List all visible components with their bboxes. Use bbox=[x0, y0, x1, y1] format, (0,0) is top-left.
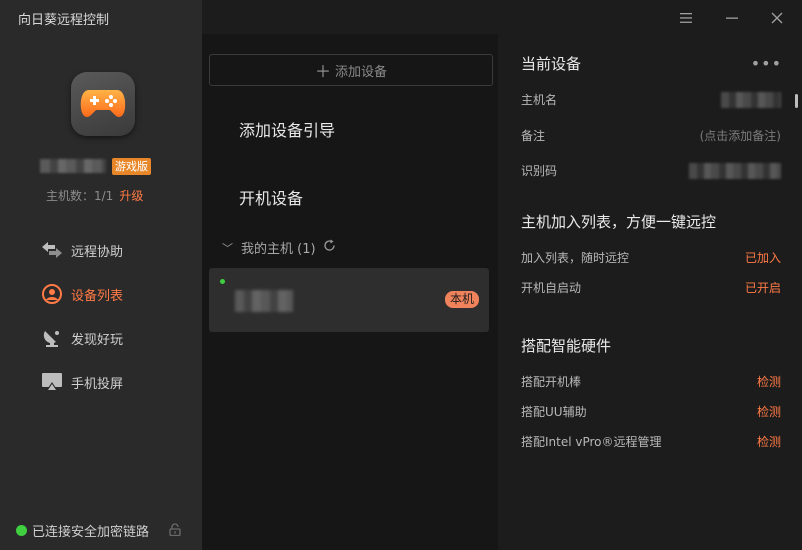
sidebar-item-label: 设备列表 bbox=[71, 288, 124, 304]
sidebar-item-label: 发现好玩 bbox=[71, 332, 124, 348]
id-code-row: 识别码 bbox=[521, 162, 781, 179]
sidebar: 向日葵远程控制 游戏版 主机数：1/1 升级 远程协助 设备列表 发现好玩 手机… bbox=[0, 0, 202, 550]
more-options-button[interactable]: ••• bbox=[751, 54, 782, 73]
add-device-guide-link[interactable]: 添加设备引导 bbox=[239, 117, 335, 141]
lock-icon[interactable] bbox=[169, 523, 181, 540]
online-dot-icon bbox=[220, 279, 225, 284]
id-code-redacted bbox=[689, 162, 781, 179]
sidebar-item-label: 手机投屏 bbox=[71, 376, 124, 392]
scroll-indicator bbox=[795, 94, 798, 108]
detect-button[interactable]: 检测 bbox=[757, 433, 781, 450]
id-code-label: 识别码 bbox=[521, 164, 558, 178]
minimize-icon bbox=[726, 17, 738, 19]
chevron-down-icon: ﹀ bbox=[222, 241, 233, 255]
minimize-button[interactable] bbox=[722, 8, 742, 28]
host-count-text: 主机数：1/1 bbox=[46, 189, 114, 203]
join-list-status[interactable]: 已加入 bbox=[745, 249, 781, 266]
device-name-redacted bbox=[235, 290, 293, 312]
connection-status: 已连接安全加密链路 bbox=[16, 521, 149, 540]
app-title: 向日葵远程控制 bbox=[18, 13, 110, 28]
device-card[interactable]: 本机 bbox=[209, 268, 489, 332]
status-dot-icon bbox=[16, 525, 27, 536]
host-name-redacted bbox=[721, 91, 781, 108]
add-device-label: 添加设备 bbox=[335, 64, 388, 80]
refresh-icon[interactable] bbox=[323, 239, 336, 256]
hardware-row: 搭配开机棒 检测 bbox=[521, 373, 781, 390]
sidebar-nav: 远程协助 设备列表 发现好玩 手机投屏 bbox=[40, 236, 123, 412]
menu-button[interactable] bbox=[676, 8, 696, 28]
close-button[interactable] bbox=[767, 8, 787, 28]
group-my-hosts[interactable]: ﹀ 我的主机 (1) bbox=[222, 238, 336, 257]
join-list-label: 加入列表，随时远控 bbox=[521, 251, 630, 265]
host-name-label: 主机名 bbox=[521, 93, 558, 107]
detect-button[interactable]: 检测 bbox=[757, 403, 781, 420]
remote-assist-icon bbox=[40, 238, 64, 262]
connection-status-text: 已连接安全加密链路 bbox=[32, 525, 150, 540]
local-device-badge: 本机 bbox=[444, 291, 479, 308]
join-list-title: 主机加入列表，方便一键远控 bbox=[521, 213, 717, 231]
sidebar-item-discover[interactable]: 发现好玩 bbox=[40, 324, 123, 352]
current-device-title: 当前设备 bbox=[521, 55, 582, 73]
hardware-row: 搭配UU辅助 检测 bbox=[521, 403, 781, 420]
host-count: 主机数：1/1 升级 bbox=[46, 187, 143, 204]
remark-row[interactable]: 备注 (点击添加备注) bbox=[521, 127, 781, 144]
smart-hardware-title: 搭配智能硬件 bbox=[521, 337, 612, 355]
autostart-status[interactable]: 已开启 bbox=[745, 279, 781, 296]
device-list-icon bbox=[40, 282, 64, 306]
sidebar-item-label: 远程协助 bbox=[71, 244, 124, 260]
sidebar-item-remote-assist[interactable]: 远程协助 bbox=[40, 236, 123, 264]
discover-icon bbox=[40, 326, 64, 350]
sidebar-item-screen-cast[interactable]: 手机投屏 bbox=[40, 368, 123, 396]
screen-cast-icon bbox=[40, 370, 64, 394]
username-redacted bbox=[40, 159, 106, 173]
host-name-row: 主机名 bbox=[521, 91, 781, 108]
edition-badge: 游戏版 bbox=[112, 157, 151, 175]
hardware-label: 搭配Intel vPro®远程管理 bbox=[521, 435, 662, 449]
hardware-label: 搭配UU辅助 bbox=[521, 405, 587, 419]
hamburger-icon bbox=[680, 13, 692, 23]
autostart-row: 开机自启动 已开启 bbox=[521, 279, 781, 296]
autostart-label: 开机自启动 bbox=[521, 281, 582, 295]
boot-device-link[interactable]: 开机设备 bbox=[239, 185, 303, 209]
hardware-row: 搭配Intel vPro®远程管理 检测 bbox=[521, 433, 781, 450]
device-list-panel: ＋ 添加设备 添加设备引导 开机设备 ﹀ 我的主机 (1) 本机 bbox=[202, 34, 498, 550]
join-list-row: 加入列表，随时远控 已加入 bbox=[521, 249, 781, 266]
detect-button[interactable]: 检测 bbox=[757, 373, 781, 390]
device-detail-panel: 当前设备 ••• 主机名 备注 (点击添加备注) 识别码 主机加入列表，方便一键… bbox=[498, 34, 802, 550]
close-icon bbox=[771, 12, 783, 24]
upgrade-link[interactable]: 升级 bbox=[119, 189, 143, 203]
user-row: 游戏版 bbox=[40, 157, 151, 175]
avatar[interactable] bbox=[71, 72, 135, 136]
remark-label: 备注 bbox=[521, 129, 546, 143]
group-label: 我的主机 (1) bbox=[241, 242, 316, 257]
sidebar-item-device-list[interactable]: 设备列表 bbox=[40, 280, 123, 308]
remark-placeholder[interactable]: (点击添加备注) bbox=[700, 127, 781, 144]
hardware-label: 搭配开机棒 bbox=[521, 375, 582, 389]
gamepad-icon bbox=[80, 90, 126, 117]
add-device-button[interactable]: ＋ 添加设备 bbox=[209, 54, 493, 86]
plus-icon: ＋ bbox=[314, 62, 331, 81]
